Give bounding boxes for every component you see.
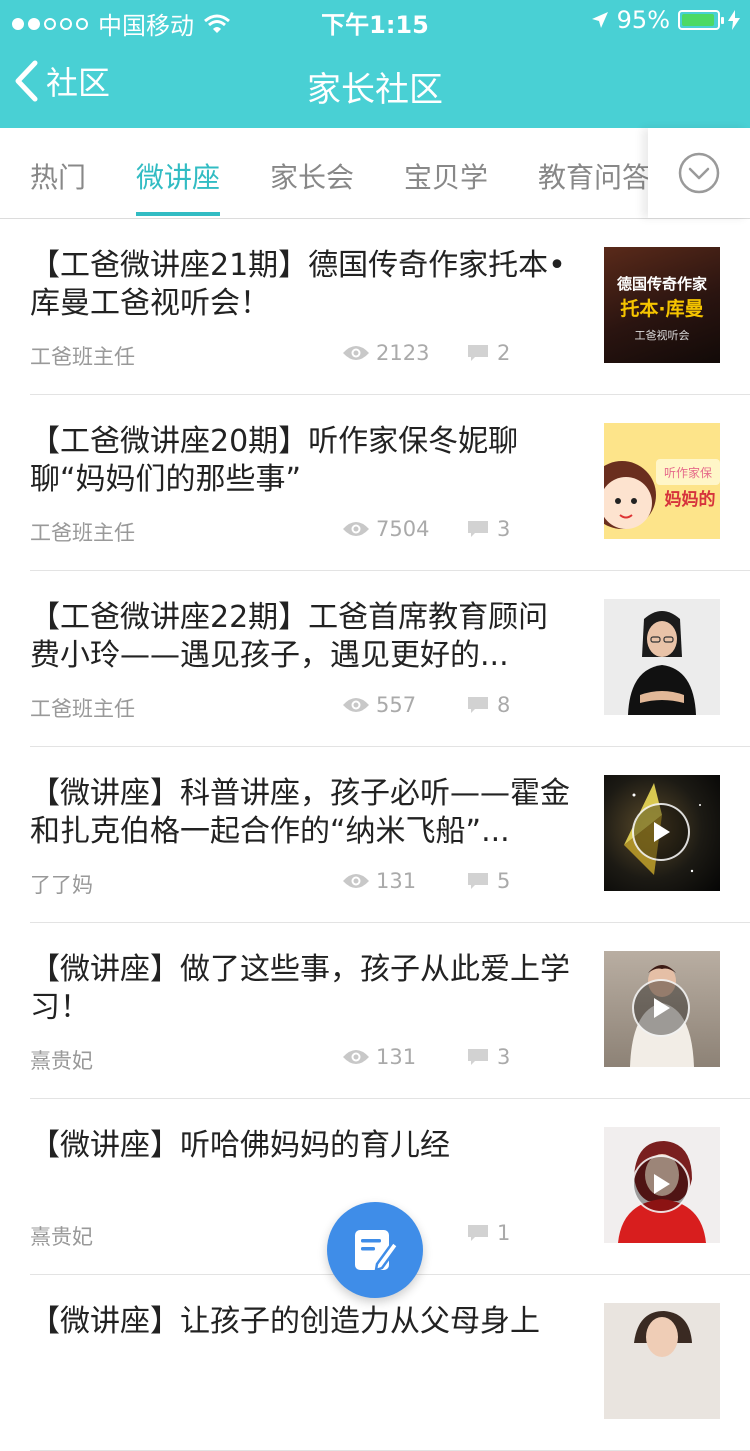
tab-education-qa[interactable]: 教育问答 — [538, 156, 648, 196]
post-author: 熹贵妃 — [30, 1225, 93, 1249]
eye-icon — [343, 346, 369, 360]
post-author: 熹贵妃 — [30, 1049, 93, 1073]
tab-parent-meeting[interactable]: 家长会 — [270, 156, 354, 196]
post-thumbnail: 德国传奇作家 托本·库曼 工爸视听会 — [604, 247, 720, 363]
post-author: 工爸班主任 — [30, 521, 135, 545]
view-count: 7504 — [342, 517, 429, 541]
location-arrow-icon — [591, 12, 608, 28]
play-icon — [654, 822, 670, 842]
post-title: 【微讲座】听哈佛妈妈的育儿经 — [30, 1128, 450, 1163]
view-count: 557 — [342, 693, 416, 717]
post-title: 【微讲座】科普讲座，孩子必听——霍金和扎克伯格一起合作的“纳米飞船”... — [30, 776, 570, 849]
thumbnail-graphic — [628, 611, 696, 715]
comment-icon — [468, 345, 488, 361]
list-item[interactable]: 【微讲座】做了这些事，孩子从此爱上学习！ 熹贵妃 131 3 — [30, 923, 750, 1099]
battery-percent: 95% — [616, 6, 670, 34]
thumbnail-graphic — [634, 1311, 692, 1357]
post-author: 了了妈 — [30, 873, 93, 897]
eye-icon — [343, 1050, 369, 1064]
comment-icon — [468, 1225, 488, 1241]
charging-icon — [728, 10, 740, 30]
play-icon — [654, 998, 670, 1018]
tab-micro-lecture[interactable]: 微讲座 — [136, 156, 220, 196]
list-item[interactable]: 【工爸微讲座22期】工爸首席教育顾问费小玲——遇见孩子，遇见更好的... 工爸班… — [30, 571, 750, 747]
battery-icon — [678, 10, 724, 30]
thumbnail-graphic: 听作家保 妈妈的 — [604, 459, 720, 529]
chevron-down-circle-icon — [678, 152, 720, 194]
play-button[interactable] — [632, 803, 690, 861]
post-thumbnail — [604, 1303, 720, 1419]
eye-icon — [343, 698, 369, 712]
category-tabs: 热门 微讲座 家长会 宝贝学 教育问答 — [0, 128, 750, 219]
list-item[interactable]: 【微讲座】科普讲座，孩子必听——霍金和扎克伯格一起合作的“纳米飞船”... 了了… — [30, 747, 750, 923]
comment-count: 3 — [467, 1045, 510, 1069]
post-author: 工爸班主任 — [30, 345, 135, 369]
post-title: 【工爸微讲座22期】工爸首席教育顾问费小玲——遇见孩子，遇见更好的... — [30, 600, 549, 673]
page-title: 家长社区 — [307, 70, 443, 110]
eye-icon — [343, 874, 369, 888]
play-button[interactable] — [632, 1155, 690, 1213]
svg-text:工爸视听会: 工爸视听会 — [635, 328, 690, 342]
tab-baby-learning[interactable]: 宝贝学 — [404, 156, 488, 196]
post-thumbnail — [604, 1127, 720, 1243]
play-icon — [654, 1174, 670, 1194]
comment-count: 8 — [467, 693, 510, 717]
comment-icon — [468, 873, 488, 889]
post-title: 【微讲座】让孩子的创造力从父母身上 — [30, 1304, 540, 1339]
play-button[interactable] — [632, 979, 690, 1037]
comment-icon — [468, 1049, 488, 1065]
thumbnail-graphic: 德国传奇作家 托本·库曼 工爸视听会 — [617, 275, 707, 342]
more-tabs-button[interactable] — [648, 128, 750, 218]
active-tab-indicator — [136, 212, 220, 216]
comment-icon — [468, 697, 488, 713]
list-item[interactable]: 【工爸微讲座21期】德国传奇作家托本•库曼工爸视听会！ 工爸班主任 2123 2… — [30, 219, 750, 395]
comment-icon — [468, 521, 488, 537]
comment-count: 2 — [467, 341, 510, 365]
svg-text:托本·库曼: 托本·库曼 — [620, 297, 703, 320]
svg-text:德国传奇作家: 德国传奇作家 — [617, 275, 707, 293]
view-count: 131 — [342, 1045, 416, 1069]
compose-button[interactable] — [327, 1202, 423, 1298]
post-title: 【微讲座】做了这些事，孩子从此爱上学习！ — [30, 952, 570, 1025]
list-item[interactable]: 【微讲座】让孩子的创造力从父母身上 — [30, 1275, 750, 1451]
tab-hot[interactable]: 热门 — [30, 156, 86, 196]
post-thumbnail — [604, 775, 720, 891]
header: 中国移动 下午1:15 95% 社区 家长社区 — [0, 0, 750, 128]
svg-text:妈妈的: 妈妈的 — [665, 489, 716, 510]
comment-count: 5 — [467, 869, 510, 893]
status-bar: 中国移动 下午1:15 95% — [0, 0, 750, 40]
comment-count: 1 — [467, 1221, 510, 1245]
post-thumbnail: 听作家保 妈妈的 — [604, 423, 720, 539]
post-title: 【工爸微讲座20期】听作家保冬妮聊聊“妈妈们的那些事” — [30, 424, 519, 497]
list-item[interactable]: 【工爸微讲座20期】听作家保冬妮聊聊“妈妈们的那些事” 工爸班主任 7504 3… — [30, 395, 750, 571]
view-count: 131 — [342, 869, 416, 893]
eye-icon — [343, 522, 369, 536]
comment-count: 3 — [467, 517, 510, 541]
svg-text:听作家保: 听作家保 — [664, 465, 712, 480]
nav-bar: 社区 家长社区 — [0, 40, 750, 128]
post-author: 工爸班主任 — [30, 697, 135, 721]
compose-icon — [355, 1230, 400, 1272]
post-title: 【工爸微讲座21期】德国传奇作家托本•库曼工爸视听会！ — [30, 248, 566, 321]
post-thumbnail — [604, 599, 720, 715]
post-thumbnail — [604, 951, 720, 1067]
view-count: 2123 — [342, 341, 429, 365]
